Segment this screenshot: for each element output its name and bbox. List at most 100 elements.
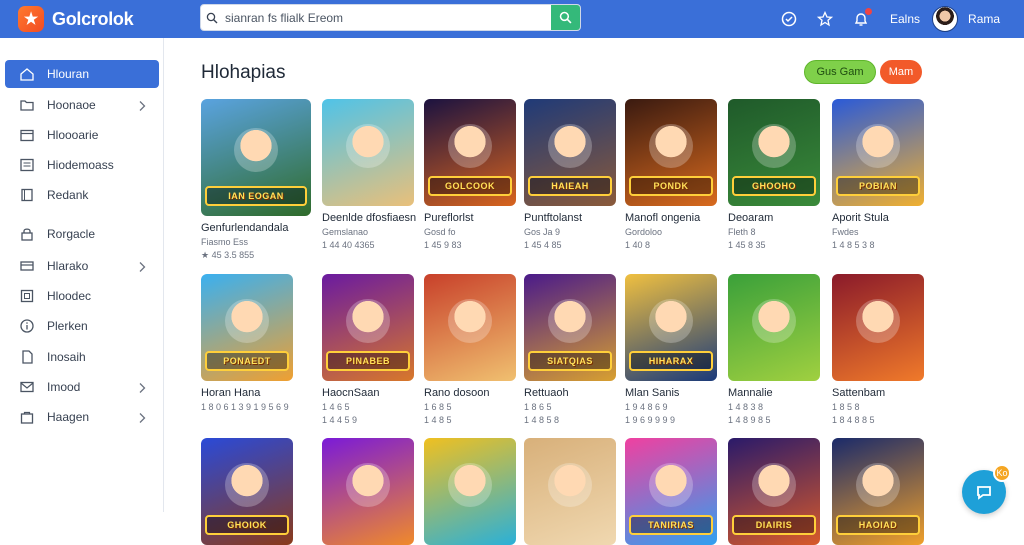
game-title[interactable]: HaocnSaan (322, 387, 432, 399)
game-thumbnail[interactable]: DIAIRIS (728, 438, 820, 545)
header-link[interactable]: Ealns (890, 12, 920, 26)
search-button[interactable] (551, 5, 580, 30)
character-art (649, 463, 693, 508)
app-logo[interactable]: ★ Golcrolok (18, 6, 198, 32)
game-card[interactable]: Rano dosoon 1 6 8 5 1 4 8 5 (424, 274, 534, 425)
game-card[interactable]: GHOIOK (201, 438, 311, 545)
game-card[interactable]: PONDK Manofl ongenia Gordoloo 1 40 8 (625, 99, 735, 250)
game-title[interactable]: Pureflorlst (424, 212, 534, 224)
game-title[interactable]: Deenlde dfosfiaesn (322, 212, 432, 224)
game-thumbnail[interactable] (728, 274, 820, 381)
character-art (448, 463, 492, 508)
game-thumbnail[interactable]: GOLCOOK (424, 99, 516, 206)
game-banner-text: HAOIAD (836, 515, 920, 535)
game-title[interactable]: Rettuaoh (524, 387, 634, 399)
sidebar-item-label: Imood (47, 380, 81, 394)
game-card[interactable] (322, 438, 432, 545)
sidebar-item[interactable]: Hlarako (5, 252, 159, 280)
game-card[interactable]: HAIEAH Puntftolanst Gos Ja 9 1 45 4 85 (524, 99, 634, 250)
game-meta: Fiasmo Ess (201, 237, 249, 247)
game-thumbnail[interactable]: IAN EOGAN (201, 99, 311, 216)
game-card[interactable]: GOLCOOK Pureflorlst Gosd fo 1 45 9 83 (424, 99, 534, 250)
game-title[interactable]: Manofl ongenia (625, 212, 735, 224)
sidebar-item[interactable]: Plerken (5, 312, 159, 340)
sidebar-item-label: Hlouran (47, 67, 90, 81)
sidebar-item[interactable]: Haagen (5, 403, 159, 431)
game-card[interactable] (424, 438, 534, 545)
game-card[interactable]: TANIRIAS (625, 438, 735, 545)
sidebar-item[interactable]: Rorgacle (5, 220, 159, 248)
game-thumbnail[interactable]: SIATQIAS (524, 274, 616, 381)
game-rating: 1 8 4 8 8 5 (832, 415, 875, 425)
file-icon (19, 349, 35, 365)
game-title[interactable]: Sattenbam (832, 387, 942, 399)
game-thumbnail[interactable]: PONAEDT (201, 274, 293, 381)
chevron-right-icon (137, 411, 147, 429)
game-thumbnail[interactable]: PONDK (625, 99, 717, 206)
favorites-icon[interactable] (814, 8, 836, 30)
game-title[interactable]: Horan Hana (201, 387, 311, 399)
game-card[interactable]: HIHARAX Mlan Sanis 1 9 4 8 6 9 1 9 6 9 9 9 … (625, 274, 735, 425)
sidebar-item[interactable]: Hlouran (5, 60, 159, 88)
sidebar-item[interactable]: Hloooarie (5, 121, 159, 149)
game-thumbnail[interactable] (832, 274, 924, 381)
game-meta: 1 8 6 5 (524, 402, 552, 412)
notifications-icon[interactable] (850, 8, 872, 30)
game-title[interactable]: Mlan Sanis (625, 387, 735, 399)
game-card[interactable]: Mannalie 1 4 8 3 8 1 4 8 9 8 5 (728, 274, 838, 425)
game-thumbnail[interactable]: GHOIOK (201, 438, 293, 545)
game-thumbnail[interactable]: POBIAN (832, 99, 924, 206)
game-title[interactable]: Rano dosoon (424, 387, 534, 399)
sidebar-item[interactable]: Hloodec (5, 282, 159, 310)
sidebar-item[interactable]: Hiodemoass (5, 151, 159, 179)
game-card[interactable]: Deenlde dfosfiaesn Gemslanao 1 44 40 4365 (322, 99, 432, 250)
game-card[interactable]: HAOIAD (832, 438, 942, 545)
game-title[interactable]: Aporit Stula (832, 212, 942, 224)
game-banner-text: DIAIRIS (732, 515, 816, 535)
game-thumbnail[interactable] (322, 99, 414, 206)
game-thumbnail[interactable]: HAIEAH (524, 99, 616, 206)
game-rating: 1 45 4 85 (524, 240, 562, 250)
game-title[interactable]: Mannalie (728, 387, 838, 399)
sidebar-item[interactable]: Inosaih (5, 343, 159, 371)
game-card[interactable]: PINABEB HaocnSaan 1 4 6 5 1 4 4 5 9 (322, 274, 432, 425)
game-meta: Gos Ja 9 (524, 227, 561, 237)
game-title[interactable]: Puntftolanst (524, 212, 634, 224)
game-card[interactable] (524, 438, 634, 545)
game-card[interactable]: DIAIRIS (728, 438, 838, 545)
user-name[interactable]: Rama (968, 12, 1000, 26)
sidebar-item[interactable]: Imood (5, 373, 159, 401)
game-card[interactable]: PONAEDT Horan Hana 1 8 0 6 1 3 9 1 9 5 6 9 (201, 274, 311, 412)
game-thumbnail[interactable]: TANIRIAS (625, 438, 717, 545)
sidebar-item[interactable]: Hoonaoe (5, 91, 159, 119)
game-card[interactable]: IAN EOGAN Genfurlendandala Fiasmo Ess ★ 45 … (201, 99, 311, 261)
game-card[interactable]: GHOOHO Deoaram Fleth 8 1 45 8 35 (728, 99, 838, 250)
search-input[interactable] (223, 5, 551, 30)
green-action-button[interactable]: Gus Gam (804, 60, 876, 84)
chevron-right-icon (137, 381, 147, 399)
character-art (649, 299, 693, 344)
game-title[interactable]: Deoaram (728, 212, 838, 224)
avatar[interactable] (932, 6, 959, 32)
game-card[interactable]: POBIAN Aporit Stula Fwdes 1 4 8 5 3 8 (832, 99, 942, 250)
orange-action-button[interactable]: Mam (880, 60, 922, 84)
activity-icon[interactable] (778, 8, 800, 30)
game-title[interactable]: Genfurlendandala (201, 222, 311, 234)
game-thumbnail[interactable]: GHOOHO (728, 99, 820, 206)
character-art (649, 124, 693, 169)
game-card[interactable]: Sattenbam 1 8 5 8 1 8 4 8 8 5 (832, 274, 942, 425)
game-meta: 1 4 6 5 (322, 402, 350, 412)
sidebar-item[interactable]: Redank (5, 181, 159, 209)
game-thumbnail[interactable] (424, 274, 516, 381)
game-thumbnail[interactable] (524, 438, 616, 545)
game-meta: 1 6 8 5 (424, 402, 452, 412)
info-icon (19, 318, 35, 334)
game-thumbnail[interactable]: HAOIAD (832, 438, 924, 545)
game-thumbnail[interactable]: PINABEB (322, 274, 414, 381)
game-thumbnail[interactable]: HIHARAX (625, 274, 717, 381)
game-thumbnail[interactable] (424, 438, 516, 545)
game-card[interactable]: SIATQIAS Rettuaoh 1 8 6 5 1 4 8 5 8 (524, 274, 634, 425)
character-art (448, 299, 492, 344)
character-art (346, 463, 390, 508)
game-thumbnail[interactable] (322, 438, 414, 545)
